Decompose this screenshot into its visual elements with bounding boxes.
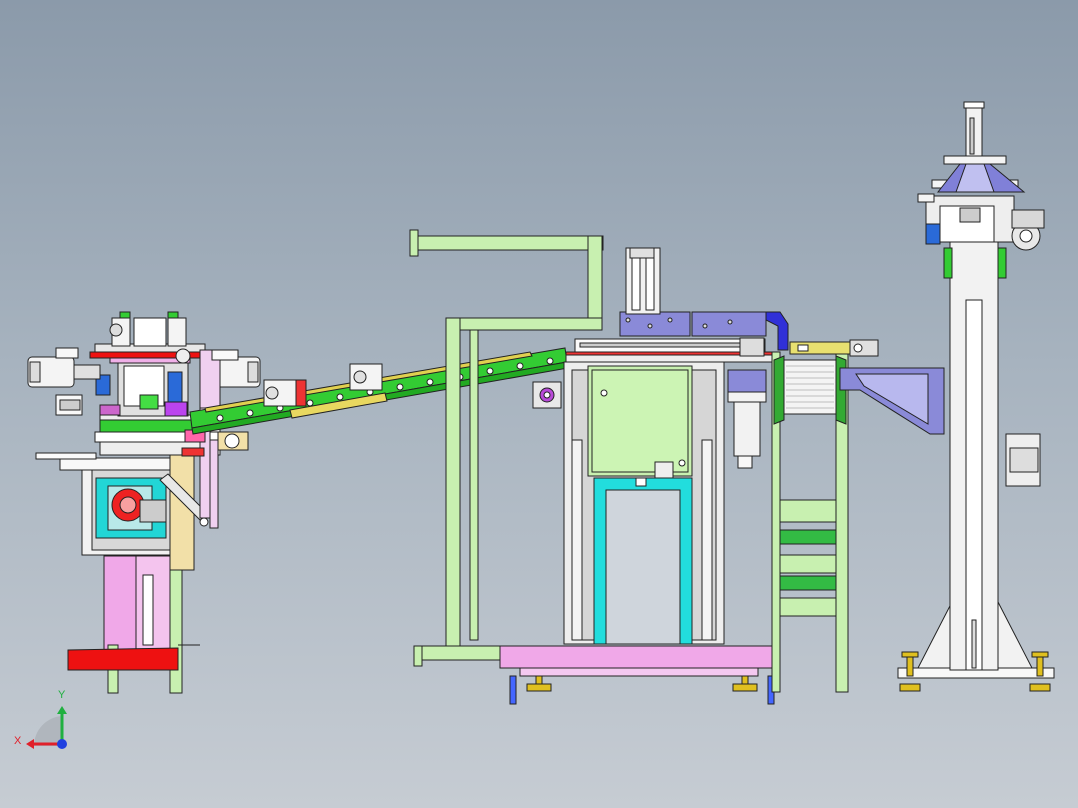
vertical-column xyxy=(839,101,1055,692)
left-rotary-station xyxy=(27,311,261,694)
machine-drawing: X Y xyxy=(14,101,1055,749)
x-axis-label: X xyxy=(14,735,22,747)
coordinate-triad: X Y xyxy=(14,689,67,749)
y-axis-label: Y xyxy=(58,689,66,701)
center-station xyxy=(499,247,789,705)
cad-viewport[interactable]: X Y xyxy=(0,0,1078,808)
roll-stack-ladder xyxy=(771,339,879,693)
